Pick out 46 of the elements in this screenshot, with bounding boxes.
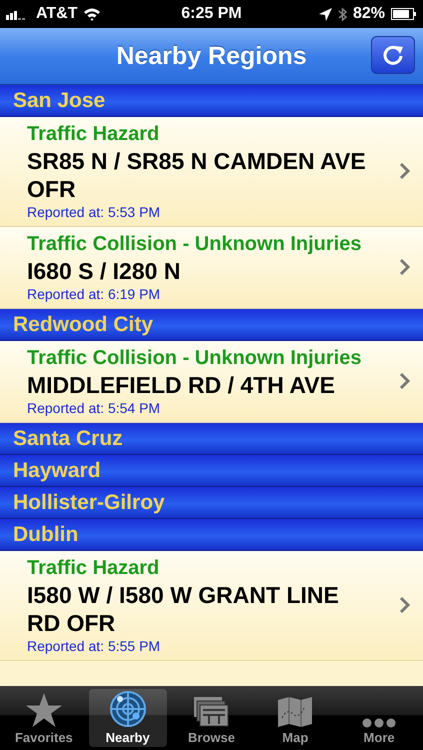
chevron-icon — [399, 258, 411, 276]
location-arrow-icon — [318, 8, 332, 20]
section-header: Hollister-Gilroy — [0, 487, 423, 519]
star-icon — [24, 692, 63, 728]
refresh-button[interactable] — [371, 36, 415, 74]
refresh-icon — [382, 44, 404, 66]
tab-item[interactable]: Favorites — [4, 689, 83, 747]
carrier-name: AT&T — [36, 5, 78, 23]
incident-row[interactable]: Traffic Collision - Unknown Injuries I680 S / I280 N Reported at: 6:19 PM — [0, 227, 423, 309]
tab-item[interactable]: Map — [256, 689, 334, 747]
incident-type: Traffic Collision - Unknown Injuries — [27, 346, 362, 371]
incident-row[interactable]: Traffic Collision - Unknown Injuries MIDDLEFIELD RD / 4TH AVE Reported at: 5:54 PM — [0, 341, 423, 423]
incident-row[interactable]: Traffic Hazard I580 W / I580 W GRANT LINE RD OFR Reported at: 5:55 PM — [0, 551, 423, 661]
wifi-icon — [83, 7, 102, 21]
battery-percent: 82% — [352, 5, 385, 23]
section-header: San Jose — [0, 85, 423, 117]
reported-time: Reported at: 5:54 PM — [27, 399, 162, 417]
reported-time: Reported at: 5:53 PM — [27, 203, 162, 221]
cards-icon — [193, 696, 230, 728]
incident-type: Traffic Hazard — [27, 556, 160, 581]
tab-item[interactable]: Browse — [172, 689, 250, 747]
map-icon — [277, 696, 314, 728]
section-header: Santa Cruz — [0, 423, 423, 455]
tab-item[interactable]: Nearby — [88, 689, 167, 747]
section-header: Hayward — [0, 455, 423, 487]
incident-location: I580 W / I580 W GRANT LINE RD OFR — [27, 581, 340, 637]
incident-location: I680 S / I280 N — [27, 257, 182, 285]
radar-icon — [108, 690, 147, 728]
chevron-icon — [399, 162, 411, 180]
incident-location: SR85 N / SR85 N CAMDEN AVE OFR — [27, 147, 367, 203]
section-header: Dublin — [0, 519, 423, 551]
incident-type: Traffic Collision - Unknown Injuries — [27, 232, 362, 257]
chevron-icon — [399, 596, 411, 614]
section-header: Redwood City — [0, 309, 423, 341]
bluetooth-icon — [338, 6, 347, 22]
incident-location: MIDDLEFIELD RD / 4TH AVE — [27, 371, 336, 399]
reported-time: Reported at: 5:55 PM — [27, 637, 162, 655]
reported-time: Reported at: 6:19 PM — [27, 285, 162, 303]
status-time: 6:25 PM — [181, 5, 242, 23]
battery-icon — [391, 8, 417, 20]
nav-title: Nearby Regions — [116, 42, 307, 70]
tab-item[interactable]: More — [340, 689, 418, 747]
more-icon — [362, 718, 396, 728]
incident-type: Traffic Hazard — [27, 122, 160, 147]
incident-row[interactable]: Traffic Hazard SR85 N / SR85 N CAMDEN AVE OFR Reported at: 5:53 PM — [0, 117, 423, 227]
chevron-icon — [399, 372, 411, 390]
